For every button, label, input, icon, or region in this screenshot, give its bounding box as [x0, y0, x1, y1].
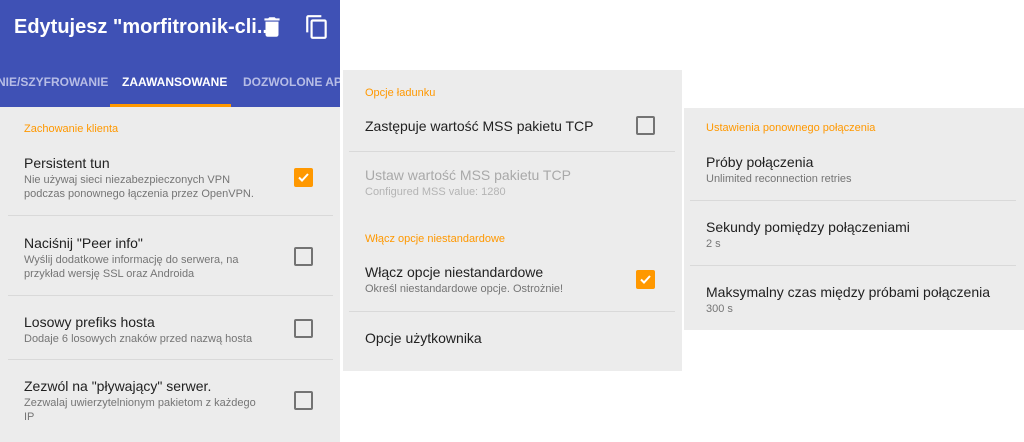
pref-summary: 2 s — [706, 238, 721, 250]
trash-icon[interactable] — [259, 14, 285, 40]
peer-info-checkbox[interactable] — [294, 247, 313, 266]
pref-title: Ustaw wartość MSS pakietu TCP — [365, 167, 571, 183]
pref-title: Naciśnij "Peer info" — [24, 235, 143, 251]
persistent-tun-checkbox[interactable] — [294, 168, 313, 187]
copy-icon[interactable] — [304, 14, 330, 40]
app-bar-title: Edytujesz "morfitronik-cli... — [14, 16, 274, 38]
mss-override-checkbox[interactable] — [636, 116, 655, 135]
pref-summary: Wyślij dodatkowe informację do serwera, … — [24, 254, 239, 280]
float-server-checkbox[interactable] — [294, 391, 313, 410]
pref-title: Próby połączenia — [706, 154, 814, 170]
pref-title: Włącz opcje niestandardowe — [365, 264, 544, 280]
divider — [8, 215, 333, 216]
pref-title: Maksymalny czas między próbami połączeni… — [706, 284, 990, 300]
pref-summary: Zezwalaj uwierzytelnionym pakietom z każ… — [24, 397, 256, 423]
section-payload-options: Opcje ładunku — [365, 87, 436, 99]
tab-allowed-apps[interactable]: DOZWOLONE APLIKACJE — [243, 75, 340, 89]
advanced-settings-panel: Edytujesz "morfitronik-cli... NIE/SZYFRO… — [0, 0, 340, 442]
divider — [690, 265, 1016, 266]
pref-title: Persistent tun — [24, 155, 110, 171]
divider — [8, 359, 333, 360]
pref-summary: Configured MSS value: 1280 — [365, 186, 506, 198]
divider — [349, 311, 675, 312]
divider — [349, 151, 675, 152]
tab-encryption[interactable]: NIE/SZYFROWANIE — [0, 75, 108, 89]
pref-summary: 300 s — [706, 303, 733, 315]
pref-user-options[interactable]: Opcje użytkownika — [365, 330, 482, 346]
pref-title: Losowy prefiks hosta — [24, 314, 155, 330]
pref-summary: Unlimited reconnection retries — [706, 173, 852, 185]
divider — [8, 295, 333, 296]
section-custom-options: Włącz opcje niestandardowe — [365, 233, 506, 245]
custom-options-checkbox[interactable] — [636, 270, 655, 289]
tab-advanced[interactable]: ZAAWANSOWANE — [122, 75, 227, 89]
tab-indicator — [110, 104, 231, 107]
section-client-behavior: Zachowanie klienta — [24, 123, 119, 135]
pref-summary: Określ niestandardowe opcje. Ostrożnie! — [365, 283, 564, 295]
divider — [690, 200, 1016, 201]
pref-summary: Nie używaj sieci niezabezpieczonych VPN … — [24, 174, 254, 200]
reconnection-settings-panel: Ustawienia ponownego połączenia Próby po… — [684, 108, 1024, 330]
section-reconnection: Ustawienia ponownego połączenia — [706, 122, 876, 134]
pref-title: Sekundy pomiędzy połączeniami — [706, 219, 910, 235]
payload-options-panel: Opcje ładunku Zastępuje wartość MSS paki… — [343, 70, 682, 371]
pref-title: Zastępuje wartość MSS pakietu TCP — [365, 118, 594, 134]
tab-bar: NIE/SZYFROWANIE ZAAWANSOWANE DOZWOLONE A… — [0, 57, 340, 107]
pref-title: Zezwól na "pływający" serwer. — [24, 378, 212, 394]
pref-summary: Dodaje 6 losowych znaków przed nazwą hos… — [24, 333, 253, 345]
random-host-prefix-checkbox[interactable] — [294, 319, 313, 338]
app-bar: Edytujesz "morfitronik-cli... — [0, 0, 340, 57]
